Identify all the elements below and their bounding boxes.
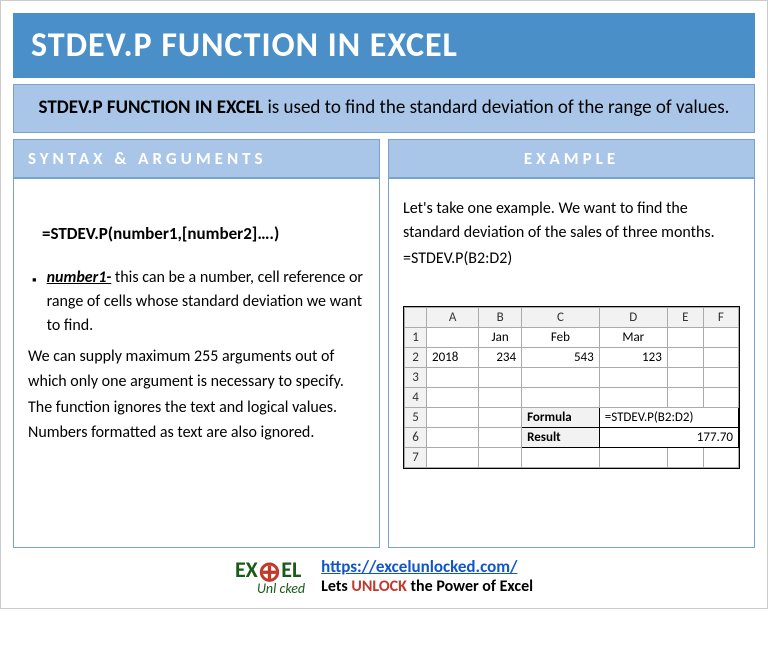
cell-month: Mar (599, 327, 667, 347)
syntax-header: SYNTAX & ARGUMENTS (13, 139, 380, 178)
cell-result-label: Result (522, 427, 600, 447)
logo-text-2: EL (281, 559, 301, 581)
col-header: E (667, 307, 703, 327)
row-header: 3 (405, 367, 427, 387)
description-banner: STDEV.P FUNCTION IN EXCEL is used to fin… (13, 84, 755, 133)
cell-value: 234 (479, 347, 522, 367)
logo-text-1: EX (235, 559, 258, 581)
page-title: STDEV.P FUNCTION IN EXCEL (13, 13, 755, 78)
footer-link[interactable]: https://excelunlocked.com/ (321, 556, 517, 577)
syntax-formula: =STDEV.P(number1,[number2]….) (42, 223, 365, 244)
cell-result-value: 177.70 (599, 427, 738, 447)
syntax-body: =STDEV.P(number1,[number2]….) ▪ number1-… (13, 178, 380, 548)
logo: EX ⊕ EL Unl cked (235, 556, 305, 596)
spreadsheet-preview: A B C D E F 1 Jan Feb Mar (403, 306, 740, 469)
col-header: D (599, 307, 667, 327)
example-formula: =STDEV.P(B2:D2) (403, 249, 740, 268)
cell-year: 2018 (427, 347, 479, 367)
row-header: 5 (405, 407, 427, 427)
syntax-note: We can supply maximum 255 arguments out … (28, 344, 365, 446)
col-header: F (703, 307, 738, 327)
cell-month: Jan (479, 327, 522, 347)
cell-formula-value: =STDEV.P(B2:D2) (599, 407, 738, 427)
footer-tagline: Lets UNLOCK the Power of Excel (321, 577, 533, 596)
row-header: 2 (405, 347, 427, 367)
description-text: is used to find the standard deviation o… (263, 96, 729, 119)
row-header: 6 (405, 427, 427, 447)
cell-value: 543 (522, 347, 600, 367)
bullet-icon: ▪ (32, 271, 37, 291)
corner-cell (405, 307, 427, 327)
description-bold: STDEV.P FUNCTION IN EXCEL (39, 96, 264, 119)
footer: EX ⊕ EL Unl cked https://excelunlocked.c… (13, 548, 755, 596)
row-header: 7 (405, 447, 427, 467)
example-body: Let's take one example. We want to find … (388, 178, 755, 548)
argument-item: ▪ number1- this can be a number, cell re… (32, 266, 365, 338)
cell-month: Feb (522, 327, 600, 347)
cell-formula-label: Formula (522, 407, 600, 427)
example-intro: Let's take one example. We want to find … (403, 197, 740, 245)
argument-name: number1- (47, 268, 112, 287)
row-header: 4 (405, 387, 427, 407)
col-header: A (427, 307, 479, 327)
col-header: B (479, 307, 522, 327)
row-header: 1 (405, 327, 427, 347)
example-header: EXAMPLE (388, 139, 755, 178)
cell-value: 123 (599, 347, 667, 367)
col-header: C (522, 307, 600, 327)
